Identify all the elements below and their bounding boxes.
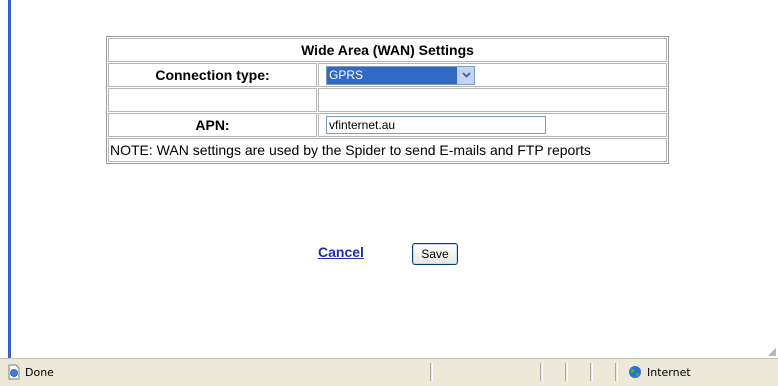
status-divider: [540, 363, 543, 381]
connection-type-cell: GPRS: [318, 63, 667, 87]
left-border: [8, 0, 11, 358]
status-text: Done: [25, 365, 54, 379]
wan-note: NOTE: WAN settings are used by the Spide…: [108, 138, 667, 162]
connection-type-label: Connection type:: [108, 63, 317, 87]
table-row: NOTE: WAN settings are used by the Spide…: [108, 138, 667, 162]
connection-type-value: GPRS: [327, 66, 457, 84]
chevron-down-icon[interactable]: [457, 66, 474, 84]
apn-label: APN:: [108, 113, 317, 137]
apn-input[interactable]: [326, 116, 546, 135]
table-row: Wide Area (WAN) Settings: [108, 38, 667, 62]
connection-type-select[interactable]: GPRS: [326, 65, 475, 85]
zone-text: Internet: [647, 365, 691, 379]
table-row: Connection type: GPRS: [108, 63, 667, 87]
status-divider: [565, 363, 568, 381]
status-divider: [430, 363, 433, 381]
wan-settings-title: Wide Area (WAN) Settings: [108, 38, 667, 62]
blank-cell: [318, 88, 667, 112]
cancel-link[interactable]: Cancel: [318, 244, 364, 260]
globe-icon: [628, 365, 642, 379]
status-done: Done: [0, 363, 54, 381]
table-row: APN:: [108, 113, 667, 137]
status-divider: [615, 363, 618, 381]
resize-grip-icon[interactable]: [768, 348, 776, 356]
page-icon: [6, 364, 22, 380]
save-button[interactable]: Save: [412, 243, 458, 265]
apn-cell: [318, 113, 667, 137]
scrollbar-gutter[interactable]: [768, 0, 778, 358]
status-bar: Done Internet: [0, 358, 778, 386]
security-zone[interactable]: Internet: [628, 363, 691, 381]
status-divider: [590, 363, 593, 381]
wan-settings-table: Wide Area (WAN) Settings Connection type…: [106, 36, 669, 164]
blank-cell: [108, 88, 317, 112]
table-row: [108, 88, 667, 112]
